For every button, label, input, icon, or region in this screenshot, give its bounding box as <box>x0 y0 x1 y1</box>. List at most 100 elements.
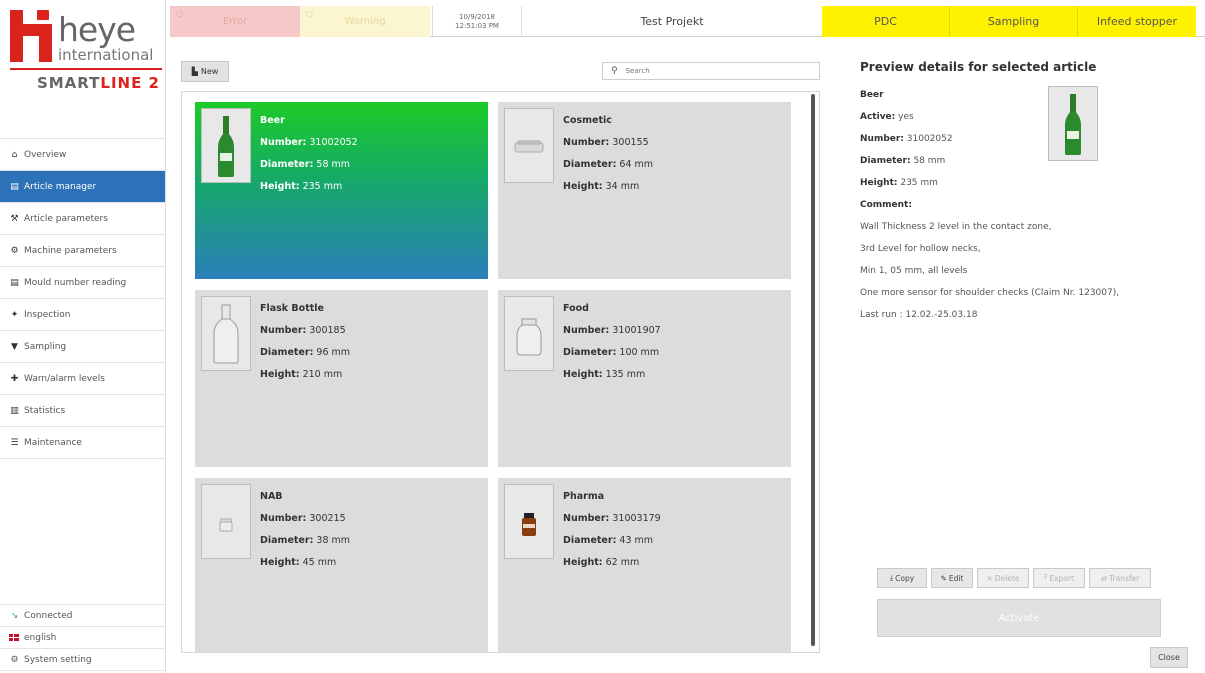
sidebar-item-label: Warn/alarm levels <box>24 373 105 384</box>
sidebar-item-label: Article parameters <box>24 213 108 224</box>
sidebar-item-mould-number-reading[interactable]: ▤ Mould number reading <box>0 267 165 299</box>
flag-icon: ✚ <box>10 373 19 384</box>
article-diameter: 43 mm <box>619 535 654 546</box>
close-button[interactable]: Close <box>1150 647 1188 668</box>
product-name: SMARTLINE 2 <box>36 74 160 92</box>
sidebar-item-article-manager[interactable]: ▤ Article manager <box>0 171 165 203</box>
article-card-flask-bottle[interactable]: Flask Bottle Number: 300185 Diameter: 96… <box>195 290 488 467</box>
preview-number: 31002052 <box>906 134 953 144</box>
article-name: Beer <box>260 115 285 126</box>
download-icon: ⤓ <box>889 573 894 582</box>
warning-label: Warning <box>344 16 386 27</box>
sidebar-status: ↘ Connected english ⚙ System setting <box>0 604 165 671</box>
flask-image <box>213 304 239 363</box>
copy-button[interactable]: ⤓ Copy <box>877 568 927 588</box>
preview-comment-line: Min 1, 05 mm, all levels <box>860 266 968 276</box>
article-thumbnail <box>504 296 554 371</box>
preview-thumbnail <box>1048 86 1098 161</box>
delete-button[interactable]: ✕ Delete <box>977 568 1029 588</box>
sidebar-item-label: Sampling <box>24 341 67 352</box>
article-number: 300215 <box>309 513 346 524</box>
plug-icon: ↘ <box>10 610 19 621</box>
article-height-row: Height: 210 mm <box>260 369 343 380</box>
pin-icon: ▼ <box>11 341 18 352</box>
article-thumbnail <box>504 108 554 183</box>
article-diameter-row: Diameter: 96 mm <box>260 347 351 358</box>
article-diameter-row: Diameter: 100 mm <box>563 347 660 358</box>
preview-diameter-row: Diameter: 58 mm <box>860 156 946 166</box>
sidebar-item-label: Article manager <box>24 181 97 192</box>
logo-divider <box>10 68 162 70</box>
scrollbar-thumb[interactable] <box>811 94 815 646</box>
preview-comment-label: Comment: <box>860 200 912 210</box>
article-card-beer[interactable]: Beer Number: 31002052 Diameter: 58 mm He… <box>195 102 488 279</box>
article-card-cosmetic[interactable]: Cosmetic Number: 300155 Diameter: 64 mm … <box>498 102 791 279</box>
article-thumbnail <box>201 296 251 371</box>
list-icon: ☰ <box>10 437 19 448</box>
language-label: english <box>24 632 57 643</box>
preview-comment-line: 3rd Level for hollow necks, <box>860 244 981 254</box>
article-card-nab[interactable]: NAB Number: 300215 Diameter: 38 mm Heigh… <box>195 478 488 652</box>
article-diameter: 38 mm <box>316 535 351 546</box>
search-box[interactable]: ⚲ <box>602 62 820 80</box>
green-beer-bottle-image <box>218 115 234 177</box>
article-number: 31002052 <box>309 137 358 148</box>
article-diameter-row: Diameter: 43 mm <box>563 535 654 546</box>
pdc-button[interactable]: PDC <box>822 6 950 37</box>
preview-number-row: Number: 31002052 <box>860 134 953 144</box>
amber-pharma-bottle-image <box>522 512 536 536</box>
error-indicator[interactable]: ○ Error <box>170 6 300 37</box>
logo-brand-sub: international <box>58 46 154 64</box>
article-name: NAB <box>260 491 283 502</box>
sidebar-item-warn-alarm-levels[interactable]: ✚ Warn/alarm levels <box>0 363 165 395</box>
datetime-display: 10/9/2018 12:51:03 PM <box>432 6 522 37</box>
new-article-button[interactable]: ▙ New <box>181 61 229 82</box>
preview-name: Beer <box>860 90 884 100</box>
sidebar-item-sampling[interactable]: ▼ Sampling <box>0 331 165 363</box>
article-card-food[interactable]: Food Number: 31001907 Diameter: 100 mm H… <box>498 290 791 467</box>
sidebar-item-article-parameters[interactable]: ⚒ Article parameters <box>0 203 165 235</box>
upload-icon: ⤒ <box>1044 573 1048 582</box>
article-card-pharma[interactable]: Pharma Number: 31003179 Diameter: 43 mm … <box>498 478 791 652</box>
transfer-button[interactable]: ⇄ Transfer <box>1089 568 1151 588</box>
close-icon: ✕ <box>986 573 993 583</box>
article-name: Pharma <box>563 491 605 502</box>
print-icon: ▤ <box>10 277 19 288</box>
sidebar-item-maintenance[interactable]: ☰ Maintenance <box>0 427 165 459</box>
sidebar-item-overview[interactable]: ⌂ Overview <box>0 139 165 171</box>
green-beer-bottle-image <box>1065 93 1081 155</box>
article-thumbnail <box>201 484 251 559</box>
sampling-button[interactable]: Sampling <box>950 6 1078 37</box>
sidebar-item-machine-parameters[interactable]: ⚙ Machine parameters <box>0 235 165 267</box>
language-selector[interactable]: english <box>0 627 165 649</box>
preview-comment-line: Last run : 12.02.-25.03.18 <box>860 310 978 320</box>
article-height-row: Height: 34 mm <box>563 181 640 192</box>
article-name: Flask Bottle <box>260 303 324 314</box>
preview-height: 235 mm <box>900 178 938 188</box>
warning-indicator[interactable]: ○ Warning <box>300 6 430 37</box>
article-info: Pharma Number: 31003179 Diameter: 43 mm … <box>563 486 661 574</box>
infeed-stopper-button[interactable]: Infeed stopper <box>1078 6 1196 37</box>
uk-flag-icon <box>9 634 19 641</box>
sidebar-item-statistics[interactable]: ▥ Statistics <box>0 395 165 427</box>
connection-label: Connected <box>24 610 73 621</box>
article-number: 31001907 <box>612 325 661 336</box>
preview-active: yes <box>898 112 914 122</box>
export-button[interactable]: ⤒ Export <box>1033 568 1085 588</box>
transfer-icon: ⇄ <box>1100 573 1108 583</box>
system-setting-item[interactable]: ⚙ System setting <box>0 649 165 671</box>
sidebar: heye international SMARTLINE 2 ⌂ Overvie… <box>0 0 166 673</box>
arrow-icon: ✦ <box>10 309 19 320</box>
preview-height-row: Height: 235 mm <box>860 178 938 188</box>
alert-icon: ○ <box>306 9 313 18</box>
activate-button[interactable]: Activate <box>877 599 1161 637</box>
food-jar-image <box>516 318 542 355</box>
article-diameter-row: Diameter: 64 mm <box>563 159 654 170</box>
sidebar-item-inspection[interactable]: ✦ Inspection <box>0 299 165 331</box>
article-height: 45 mm <box>302 557 337 568</box>
edit-button[interactable]: ✎ Edit <box>931 568 973 588</box>
article-height-row: Height: 135 mm <box>563 369 646 380</box>
sidebar-item-label: Statistics <box>24 405 66 416</box>
article-number-row: Number: 300155 <box>563 137 649 148</box>
search-input[interactable] <box>625 67 796 75</box>
